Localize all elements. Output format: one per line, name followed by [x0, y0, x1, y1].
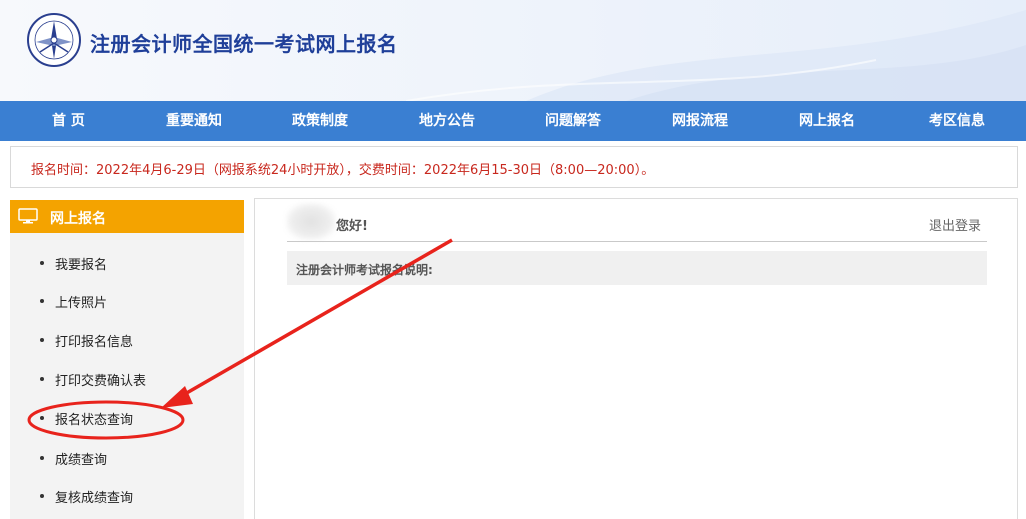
- sidebar-item-label: 打印交费确认表: [55, 374, 147, 389]
- sidebar: 网上报名 我要报名 上传照片 打印报名信息 打印交费确认表 报名状态查询 成绩查…: [10, 200, 244, 519]
- site-title: 注册会计师全国统一考试网上报名: [90, 32, 398, 56]
- monitor-icon: [18, 208, 38, 224]
- main-content-panel: [254, 198, 1018, 519]
- header-decoration: [406, 10, 1026, 101]
- bullet: [40, 456, 44, 460]
- sidebar-item-label: 报名状态查询: [55, 413, 134, 428]
- sidebar-header: 网上报名: [10, 200, 244, 233]
- nav-item-home[interactable]: 首 页: [52, 101, 85, 141]
- sidebar-item-label: 成绩查询: [55, 453, 108, 468]
- bullet: [40, 338, 44, 342]
- sidebar-item-score-query[interactable]: 成绩查询: [10, 443, 244, 473]
- sidebar-header-label: 网上报名: [50, 211, 106, 227]
- greeting-text: 您好!: [336, 219, 368, 234]
- sidebar-item-upload-photo[interactable]: 上传照片: [10, 286, 244, 316]
- instructions-title: 注册会计师考试报名说明:: [296, 263, 433, 277]
- sidebar-item-registration-status[interactable]: 报名状态查询: [10, 403, 244, 433]
- nav-item-online-registration[interactable]: 网上报名: [799, 101, 855, 141]
- sidebar-item-print-registration[interactable]: 打印报名信息: [10, 325, 244, 355]
- cicpa-emblem-icon: [27, 13, 81, 67]
- sidebar-item-label: 打印报名信息: [55, 335, 134, 350]
- bullet: [40, 494, 44, 498]
- nav-item-exam-areas[interactable]: 考区信息: [929, 101, 985, 141]
- instructions-bar: 注册会计师考试报名说明:: [287, 251, 987, 285]
- main-nav: 首 页 重要通知 政策制度 地方公告 问题解答 网报流程 网上报名 考区信息: [0, 101, 1026, 141]
- site-header: 注册会计师全国统一考试网上报名: [0, 0, 1026, 101]
- sidebar-item-label: 复核成绩查询: [55, 491, 134, 506]
- bullet: [40, 377, 44, 381]
- sidebar-item-print-payment-confirmation[interactable]: 打印交费确认表: [10, 364, 244, 394]
- sidebar-item-score-review-query[interactable]: 复核成绩查询: [10, 481, 244, 511]
- nav-item-process[interactable]: 网报流程: [672, 101, 728, 141]
- notice-bar: 报名时间：2022年4月6-29日（网报系统24小时开放），交费时间：2022年…: [10, 146, 1018, 188]
- sidebar-item-label: 上传照片: [55, 296, 108, 311]
- sidebar-item-register[interactable]: 我要报名: [10, 248, 244, 278]
- bullet: [40, 299, 44, 303]
- sidebar-item-label: 我要报名: [55, 258, 108, 273]
- divider: [287, 241, 987, 242]
- logout-link[interactable]: 退出登录: [929, 215, 981, 234]
- nav-item-policies[interactable]: 政策制度: [292, 101, 348, 141]
- redacted-username: [286, 203, 336, 240]
- nav-item-faq[interactable]: 问题解答: [545, 101, 601, 141]
- bullet: [40, 416, 44, 420]
- nav-item-notices[interactable]: 重要通知: [166, 101, 222, 141]
- nav-item-local-notices[interactable]: 地方公告: [419, 101, 475, 141]
- bullet: [40, 261, 44, 265]
- notice-text: 报名时间：2022年4月6-29日（网报系统24小时开放），交费时间：2022年…: [31, 163, 655, 178]
